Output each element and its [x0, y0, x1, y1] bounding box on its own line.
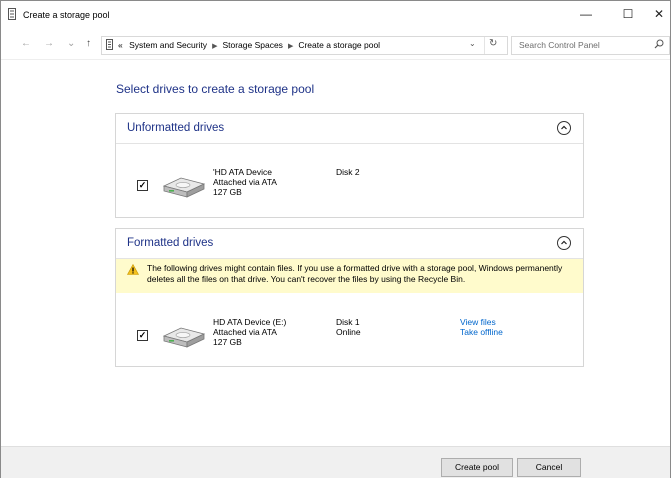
- back-icon[interactable]: ←: [21, 38, 31, 49]
- title-bar: Create a storage pool — ☐ ✕: [1, 1, 670, 29]
- hard-drive-icon: [162, 177, 206, 198]
- control-panel-icon: [8, 8, 16, 20]
- unformatted-drives-group: Unformatted drives ✓ 'HD ATA Device Atta…: [115, 113, 584, 218]
- drive-name: HD ATA Device (E:): [213, 317, 287, 327]
- cancel-button[interactable]: Cancel: [517, 458, 581, 477]
- warning-text: The following drives might contain files…: [147, 263, 563, 284]
- breadcrumb-separator-icon: ▶: [287, 43, 294, 50]
- formatted-drives-group: Formatted drives The following drives mi…: [115, 228, 584, 367]
- recent-locations-icon[interactable]: ⌄: [67, 38, 75, 49]
- breadcrumb-item-storage-spaces[interactable]: Storage Spaces: [222, 40, 282, 50]
- up-icon[interactable]: ↑: [86, 38, 91, 49]
- refresh-icon[interactable]: ↻: [489, 38, 497, 49]
- control-panel-icon: [106, 39, 113, 50]
- drive-disk-number: Disk 2: [336, 167, 360, 177]
- create-pool-button[interactable]: Create pool: [441, 458, 513, 477]
- group-header: Formatted drives: [116, 229, 583, 259]
- address-bar[interactable]: « System and Security ▶ Storage Spaces ▶ Cre…: [101, 36, 508, 55]
- view-files-link[interactable]: View files: [460, 317, 496, 327]
- breadcrumb-item-system-security[interactable]: System and Security: [129, 40, 207, 50]
- page-title: Select drives to create a storage pool: [116, 82, 315, 96]
- drive-disk-number: Disk 1: [336, 317, 360, 327]
- warning-icon: [127, 264, 139, 275]
- group-header: Unformatted drives: [116, 114, 583, 144]
- search-placeholder[interactable]: Search Control Panel: [519, 40, 600, 50]
- breadcrumb-separator-icon: ▶: [212, 43, 218, 50]
- search-icon[interactable]: [654, 39, 664, 49]
- drive-size: 127 GB: [213, 187, 242, 197]
- hard-drive-icon: [162, 327, 206, 348]
- drive-status: Online: [336, 327, 361, 337]
- drive-item[interactable]: ✓ 'HD ATA Device Attached via ATA 127 GB…: [116, 159, 583, 209]
- take-offline-link[interactable]: Take offline: [460, 327, 503, 337]
- window-title: Create a storage pool: [23, 10, 110, 20]
- navigation-bar: ← → ⌄ ↑ « System and Security ▶ Storage Sp…: [1, 33, 670, 57]
- drive-name: 'HD ATA Device: [213, 167, 272, 177]
- minimize-button[interactable]: —: [569, 1, 603, 29]
- address-dropdown-icon[interactable]: ⌄: [469, 39, 476, 48]
- divider: [1, 59, 670, 60]
- drive-item[interactable]: ✓ HD ATA Device (E:) Attached via ATA 12…: [116, 309, 583, 359]
- search-box[interactable]: Search Control Panel: [511, 36, 670, 55]
- chevron-up-circle-icon[interactable]: [557, 236, 571, 250]
- drive-checkbox[interactable]: ✓: [137, 330, 148, 341]
- window: Create a storage pool — ☐ ✕ ← → ⌄ ↑ « Sy…: [0, 0, 671, 478]
- breadcrumb-item-create-pool[interactable]: Create a storage pool: [298, 40, 380, 50]
- breadcrumb-overflow[interactable]: «: [118, 40, 123, 50]
- address-divider: [484, 37, 485, 54]
- group-title: Unformatted drives: [127, 122, 225, 134]
- drive-connection: Attached via ATA: [213, 177, 277, 187]
- close-button[interactable]: ✕: [647, 1, 671, 29]
- group-title: Formatted drives: [127, 237, 214, 249]
- footer-bar: Create pool Cancel: [1, 446, 670, 478]
- forward-icon[interactable]: →: [44, 38, 54, 49]
- chevron-up-circle-icon[interactable]: [557, 121, 571, 135]
- drive-size: 127 GB: [213, 337, 242, 347]
- maximize-button[interactable]: ☐: [611, 1, 645, 29]
- breadcrumb: « System and Security ▶ Storage Spaces ▶ Cre…: [118, 40, 380, 50]
- drive-connection: Attached via ATA: [213, 327, 277, 337]
- warning-banner: The following drives might contain files…: [116, 259, 583, 293]
- drive-checkbox[interactable]: ✓: [137, 180, 148, 191]
